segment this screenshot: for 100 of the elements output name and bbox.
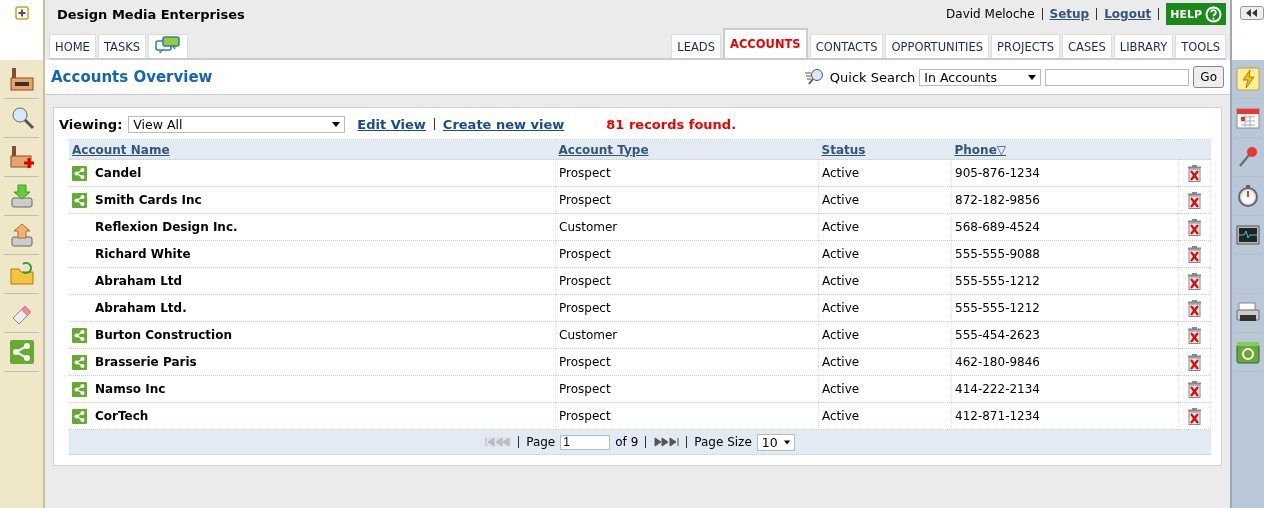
- tray-download-icon[interactable]: [8, 183, 35, 209]
- share-icon[interactable]: [72, 165, 87, 181]
- quick-search-label: Quick Search: [829, 69, 916, 85]
- nav-tab[interactable]: TASKS: [97, 34, 147, 58]
- table-cell: Active: [822, 382, 860, 396]
- table-cell: Active: [822, 301, 860, 315]
- account-name[interactable]: Smith Cards Inc: [95, 193, 202, 207]
- search-scope-dropdown[interactable]: In Accounts: [919, 68, 1042, 86]
- share-icon[interactable]: [72, 192, 87, 208]
- table-cell: 462-180-9846: [955, 355, 1040, 369]
- delete-icon[interactable]: [1187, 218, 1202, 236]
- delete-icon[interactable]: [1187, 326, 1202, 344]
- page-size-label: Page Size: [694, 435, 752, 449]
- nav-tab[interactable]: HOME: [49, 34, 96, 58]
- table-cell: Active: [822, 247, 860, 261]
- record-count: 81 records found.: [606, 116, 737, 132]
- table-cell: 872-182-9856: [955, 193, 1040, 207]
- table-cell: Customer: [559, 220, 618, 234]
- table-cell: Prospect: [559, 382, 611, 396]
- table-cell: 568-689-4524: [955, 220, 1040, 234]
- nav-tab[interactable]: CASES: [1062, 34, 1112, 58]
- add-icon[interactable]: [14, 6, 29, 20]
- delete-icon[interactable]: [1187, 353, 1202, 371]
- caret-icon: [1028, 74, 1037, 80]
- table-cell: Active: [822, 166, 860, 180]
- delete-icon[interactable]: [1187, 299, 1202, 317]
- nav-tab[interactable]: PROJECTS: [991, 34, 1061, 58]
- page-field[interactable]: 1: [560, 434, 611, 450]
- table-cell: Active: [822, 193, 860, 207]
- delete-icon[interactable]: [1187, 272, 1202, 290]
- edit-view-link[interactable]: Edit View: [357, 116, 426, 132]
- column-header[interactable]: Account Name: [72, 142, 170, 157]
- delete-icon[interactable]: [1187, 245, 1202, 263]
- quick-search-icon: [803, 68, 826, 86]
- nav-tab[interactable]: LIBRARY: [1113, 34, 1174, 58]
- table-cell: 412-871-1234: [955, 409, 1040, 423]
- delete-icon[interactable]: [1187, 191, 1202, 209]
- table-cell: 555-555-1212: [955, 274, 1040, 288]
- table-cell: Active: [822, 274, 860, 288]
- help-button[interactable]: HELP: [1166, 3, 1226, 25]
- table-cell: Active: [822, 409, 860, 423]
- share-icon[interactable]: [8, 339, 35, 365]
- folder-icon[interactable]: [8, 261, 35, 287]
- tray-upload-icon[interactable]: [8, 222, 35, 248]
- table-cell: Customer: [559, 328, 618, 342]
- share-icon[interactable]: [72, 327, 87, 343]
- create-view-link[interactable]: Create new view: [442, 116, 565, 132]
- share-icon[interactable]: [72, 381, 87, 397]
- account-name[interactable]: Namso Inc: [95, 382, 166, 396]
- company-name: Design Media Enterprises: [56, 6, 245, 22]
- table-cell: Prospect: [559, 355, 611, 369]
- account-name[interactable]: Abraham Ltd.: [95, 301, 187, 315]
- page-title: Accounts Overview: [51, 68, 213, 86]
- user-name: David Meloche: [946, 7, 1035, 21]
- nav-tab[interactable]: TOOLS: [1175, 34, 1226, 58]
- header-link[interactable]: Logout: [1104, 7, 1152, 21]
- view-dropdown[interactable]: View All: [128, 115, 346, 133]
- caret-icon: [783, 439, 790, 445]
- delete-icon[interactable]: [1187, 164, 1202, 182]
- account-name[interactable]: Richard White: [95, 247, 191, 261]
- table-cell: 555-454-2623: [955, 328, 1040, 342]
- account-name[interactable]: Candel: [95, 166, 142, 180]
- search-field[interactable]: [1045, 68, 1190, 86]
- delete-icon[interactable]: [1187, 407, 1202, 425]
- pushpin-icon[interactable]: [1236, 145, 1260, 169]
- collapse-button[interactable]: [1240, 6, 1264, 20]
- nav-tab[interactable]: ACCOUNTS: [723, 28, 808, 58]
- share-icon[interactable]: [72, 408, 87, 424]
- nav-tab[interactable]: OPPORTUNITIES: [885, 34, 990, 58]
- table-cell: 555-555-1212: [955, 301, 1040, 315]
- account-name[interactable]: Burton Construction: [95, 328, 232, 342]
- next-page-button[interactable]: [653, 437, 680, 447]
- header-link[interactable]: Setup: [1049, 7, 1090, 21]
- table-cell: Prospect: [559, 166, 611, 180]
- account-name[interactable]: CorTech: [95, 409, 149, 423]
- column-header[interactable]: Phone▽: [954, 142, 1006, 157]
- table-cell: Prospect: [559, 247, 611, 261]
- stopwatch-icon[interactable]: [1236, 184, 1260, 208]
- table-cell: Active: [822, 220, 860, 234]
- go-button[interactable]: Go: [1193, 66, 1224, 88]
- nav-tab[interactable]: CONTACTS: [809, 34, 884, 58]
- account-name[interactable]: Abraham Ltd: [95, 274, 183, 288]
- table-cell: Prospect: [559, 274, 611, 288]
- calendar-icon[interactable]: [1236, 106, 1260, 130]
- share-icon[interactable]: [72, 354, 87, 370]
- lightning-icon[interactable]: [1236, 67, 1260, 91]
- table-cell: 555-555-9088: [955, 247, 1040, 261]
- factory-plus-icon[interactable]: [8, 144, 35, 170]
- viewing-label: Viewing:: [59, 116, 123, 132]
- chat-tab[interactable]: [148, 34, 189, 58]
- delete-icon[interactable]: [1187, 380, 1202, 398]
- table-cell: Active: [822, 328, 860, 342]
- page-label: Page: [526, 435, 556, 449]
- table-cell: Prospect: [559, 301, 611, 315]
- monitor-icon[interactable]: [1236, 223, 1260, 247]
- page-size-dropdown[interactable]: 10: [756, 433, 795, 451]
- nav-tab[interactable]: LEADS: [671, 34, 721, 58]
- account-name[interactable]: Reflexion Design Inc.: [95, 220, 238, 234]
- account-name[interactable]: Brasserie Paris: [95, 355, 197, 369]
- factory-icon[interactable]: [8, 66, 35, 92]
